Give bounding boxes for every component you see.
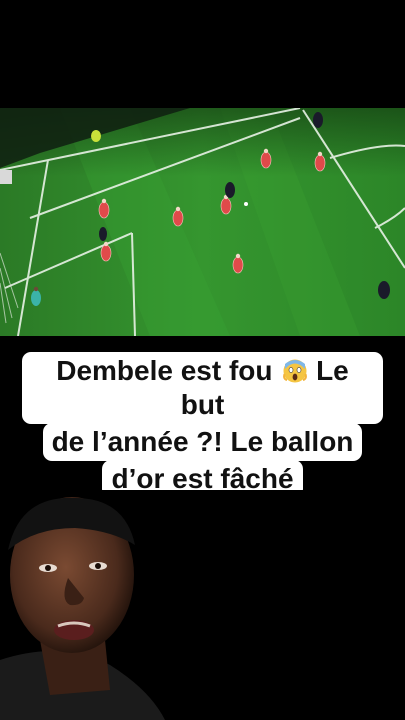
caption-line-2: de l’année ?! Le ballon <box>42 423 363 461</box>
facecam-overlay <box>0 490 405 720</box>
caption-line-1-text: Dembele est fou <box>56 355 273 386</box>
screaming-face-icon <box>283 359 308 383</box>
football-pitch-image <box>0 108 405 336</box>
creator-face-image <box>0 490 405 720</box>
caption-line-1: Dembele est fou Le but <box>22 352 383 424</box>
video-clip[interactable] <box>0 108 405 336</box>
video-caption: Dembele est fou Le but de l’année ?! Le … <box>22 352 383 498</box>
